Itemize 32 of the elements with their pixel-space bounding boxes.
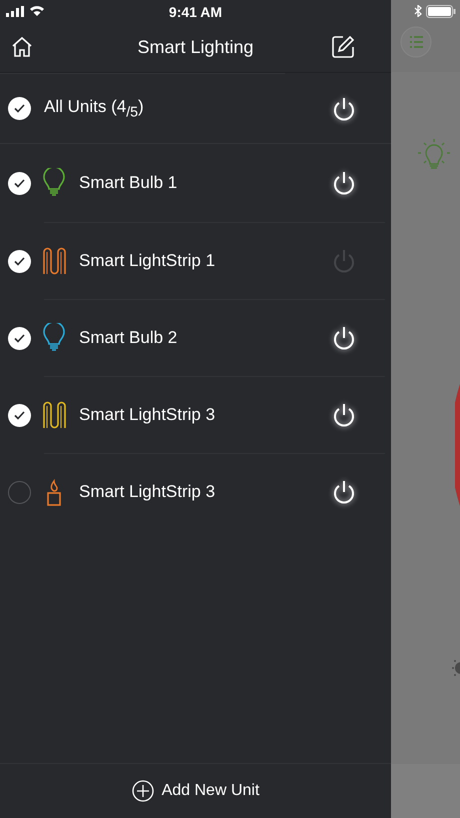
status-time: 9:41 AM <box>168 4 222 20</box>
power-button[interactable] <box>333 96 355 120</box>
edit-icon[interactable] <box>331 35 355 59</box>
wifi-icon <box>29 5 45 17</box>
battery-icon <box>426 4 456 18</box>
screen-title: Smart Lighting <box>137 36 254 56</box>
home-icon[interactable] <box>10 35 34 59</box>
power-button[interactable] <box>333 403 355 427</box>
checkbox[interactable] <box>8 326 31 350</box>
signal-icon <box>6 6 26 16</box>
check-icon <box>14 178 25 188</box>
checkbox[interactable] <box>8 172 31 194</box>
power-button[interactable] <box>333 171 355 195</box>
checkbox[interactable] <box>8 404 31 426</box>
unit-name[interactable]: Smart Bulb 1 <box>79 173 333 193</box>
bluetooth-icon <box>414 5 422 17</box>
add-unit-button[interactable]: Add New Unit <box>128 776 264 806</box>
unit-name[interactable]: Smart Bulb 2 <box>79 328 333 348</box>
check-icon <box>14 334 25 342</box>
checkbox[interactable] <box>8 250 31 272</box>
plus-icon <box>132 780 154 802</box>
check-icon <box>14 410 25 420</box>
check-icon <box>14 104 25 113</box>
checkbox[interactable] <box>8 97 31 120</box>
unit-name[interactable]: Smart LightStrip 1 <box>79 251 333 271</box>
checkbox[interactable] <box>8 480 31 504</box>
all-units-label: All Units (4$_{/5}$) <box>44 96 145 120</box>
power-button[interactable] <box>333 326 355 350</box>
power-button[interactable] <box>333 480 355 504</box>
unit-name[interactable]: Smart LightStrip 3 <box>79 405 333 425</box>
unit-name[interactable]: Smart LightStrip 3 <box>79 482 333 502</box>
check-icon <box>14 256 25 266</box>
